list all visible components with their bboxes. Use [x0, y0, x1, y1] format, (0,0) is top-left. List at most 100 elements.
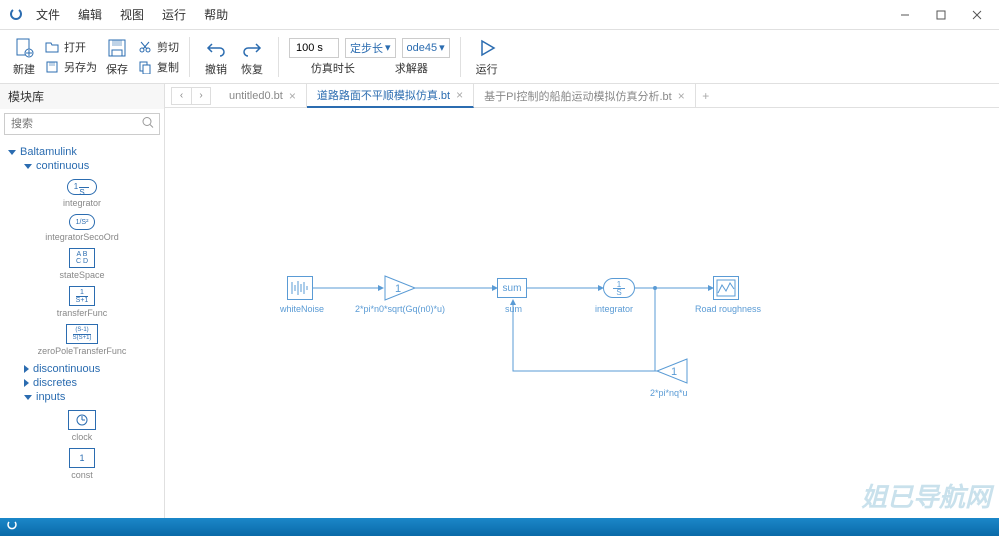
close-icon[interactable]: × [678, 89, 685, 103]
block-integrator2[interactable]: 1/S² integratorSecoOrd [0, 214, 164, 242]
close-button[interactable] [963, 4, 991, 26]
tree-discontinuous[interactable]: discontinuous [0, 362, 164, 376]
menu-run[interactable]: 运行 [162, 6, 186, 23]
copy-icon [137, 59, 153, 75]
nav-back-button[interactable]: ‹ [171, 87, 191, 105]
clock-icon [68, 410, 96, 430]
close-icon[interactable]: × [456, 88, 463, 102]
step-mode-label: 定步长 [350, 40, 383, 56]
chevron-down-icon: ▾ [385, 41, 391, 54]
node-scope[interactable] [713, 276, 739, 300]
menu-help[interactable]: 帮助 [204, 6, 228, 23]
tabbar: ‹ › untitled0.bt × 道路路面不平顺模拟仿真.bt × 基于PI… [165, 84, 999, 108]
watermark: 姐已导航网 [861, 477, 991, 514]
new-file-label: 新建 [13, 61, 35, 77]
divider [189, 37, 190, 77]
gain1-value: 1 [395, 283, 401, 295]
chevron-down-icon: ▾ [439, 41, 445, 54]
tab-1[interactable]: 道路路面不平顺模拟仿真.bt × [307, 84, 474, 108]
solver-value: ode45 [407, 42, 438, 54]
node-gain1[interactable]: 1 [383, 274, 417, 305]
canvas[interactable]: whiteNoise 1 2*pi*n0*sqrt(Gq(n0)*u) sum … [165, 108, 999, 518]
saveas-label: 另存为 [64, 59, 97, 75]
divider [278, 37, 279, 77]
open-icon [44, 39, 60, 55]
tab-2[interactable]: 基于PI控制的船舶运动模拟仿真分析.bt × [474, 84, 696, 108]
run-button[interactable]: 运行 [471, 34, 503, 79]
copy-button[interactable]: 复制 [137, 57, 179, 77]
sim-time-input[interactable] [289, 38, 339, 58]
redo-label: 恢复 [241, 61, 263, 77]
main-area: 模块库 Baltamulink continuous 1 S integrat [0, 84, 999, 518]
search-icon [142, 117, 154, 132]
block-symbol: 1/S² [69, 214, 96, 230]
new-file-icon [12, 36, 36, 60]
taskbar-app-icon[interactable] [6, 520, 18, 535]
block-clock[interactable]: clock [0, 410, 164, 442]
saveas-button[interactable]: 另存为 [44, 57, 97, 77]
tree-inputs[interactable]: inputs [0, 390, 164, 404]
menu-file[interactable]: 文件 [36, 6, 60, 23]
canvas-area: ‹ › untitled0.bt × 道路路面不平顺模拟仿真.bt × 基于PI… [165, 84, 999, 518]
node-whitenoise[interactable] [287, 276, 313, 300]
cut-label: 剪切 [157, 39, 179, 55]
block-statespace[interactable]: A BC D stateSpace [0, 248, 164, 280]
tab-0[interactable]: untitled0.bt × [219, 84, 307, 108]
tree-cat-label: discretes [33, 377, 77, 389]
tree-root[interactable]: Baltamulink [0, 145, 164, 159]
sim-time-label: 仿真时长 [311, 60, 355, 76]
block-label: clock [72, 432, 93, 442]
gain2-value: 1 [671, 366, 677, 378]
titlebar: 文件 编辑 视图 运行 帮助 [0, 0, 999, 30]
app-logo-icon [8, 7, 24, 23]
tree-continuous[interactable]: continuous [0, 159, 164, 173]
tree-discretes[interactable]: discretes [0, 376, 164, 390]
node-integrator[interactable]: 1 S [603, 278, 635, 298]
window-controls [891, 4, 991, 26]
redo-button[interactable]: 恢复 [236, 34, 268, 79]
sidebar: 模块库 Baltamulink continuous 1 S integrat [0, 84, 165, 518]
new-file-button[interactable]: 新建 [8, 34, 40, 79]
tree-cat-label: inputs [36, 391, 65, 403]
block-symbol: 1S+1 [69, 286, 96, 306]
block-zeropole[interactable]: (S-1)S(S+1) zeroPoleTransferFunc [0, 324, 164, 356]
block-label: integratorSecoOrd [45, 232, 119, 242]
node-gain2[interactable]: 1 [655, 357, 689, 388]
menu-view[interactable]: 视图 [120, 6, 144, 23]
undo-button[interactable]: 撤销 [200, 34, 232, 79]
run-label: 运行 [476, 61, 498, 77]
open-button[interactable]: 打开 [44, 37, 97, 57]
node-sum[interactable]: sum [497, 278, 527, 298]
caret-down-icon [24, 395, 32, 400]
node-integrator-label: integrator [595, 304, 633, 314]
search-input[interactable] [4, 113, 160, 135]
scope-icon [716, 279, 736, 297]
node-scope-label: Road roughness [695, 304, 761, 314]
toolbar: 新建 打开 另存为 保存 剪切 [0, 30, 999, 84]
sum-text: sum [503, 283, 522, 294]
tree-cat-label: discontinuous [33, 363, 100, 375]
cut-icon [137, 39, 153, 55]
block-integrator[interactable]: 1 S integrator [0, 179, 164, 208]
close-icon[interactable]: × [289, 89, 296, 103]
block-label: const [71, 470, 93, 480]
menu-edit[interactable]: 编辑 [78, 6, 102, 23]
step-mode-select[interactable]: 定步长 ▾ [345, 38, 396, 58]
block-label: zeroPoleTransferFunc [38, 346, 127, 356]
redo-icon [240, 36, 264, 60]
maximize-button[interactable] [927, 4, 955, 26]
tab-add-button[interactable]: + [696, 89, 716, 103]
solver-select[interactable]: ode45 ▾ [402, 38, 450, 58]
play-icon [475, 36, 499, 60]
block-const[interactable]: 1 const [0, 448, 164, 480]
tree-root-label: Baltamulink [20, 146, 77, 158]
cut-button[interactable]: 剪切 [137, 37, 179, 57]
save-button[interactable]: 保存 [101, 34, 133, 79]
block-symbol: 1 [69, 448, 95, 468]
nav-forward-button[interactable]: › [191, 87, 211, 105]
block-transferfunc[interactable]: 1S+1 transferFunc [0, 286, 164, 318]
minimize-button[interactable] [891, 4, 919, 26]
block-symbol: A BC D [69, 248, 95, 268]
node-gain1-label: 2*pi*n0*sqrt(Gq(n0)*u) [355, 304, 445, 314]
sidebar-title: 模块库 [0, 84, 164, 109]
